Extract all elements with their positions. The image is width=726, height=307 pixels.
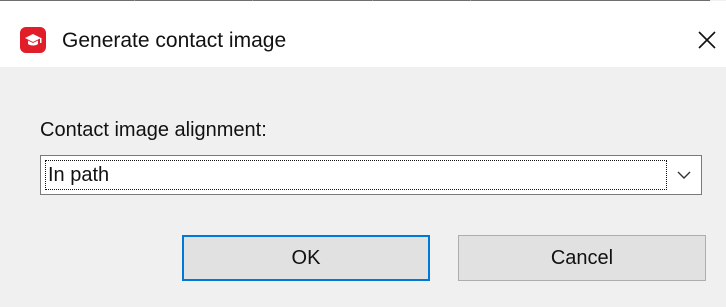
dropdown-arrow-button[interactable] (667, 156, 701, 194)
graduation-cap-icon (20, 27, 46, 53)
alignment-label: Contact image alignment: (40, 119, 267, 141)
chevron-down-icon (677, 171, 691, 179)
close-button[interactable] (688, 21, 726, 59)
ok-button[interactable]: OK (182, 235, 430, 281)
cancel-button[interactable]: Cancel (458, 235, 706, 281)
window-title: Generate contact image (62, 29, 287, 52)
alignment-dropdown[interactable]: In path (40, 155, 702, 195)
title-bar: Generate contact image (0, 1, 726, 67)
dialog-content: Contact image alignment: In path OK Canc… (0, 67, 726, 307)
close-icon (698, 31, 716, 49)
alignment-dropdown-value: In path (45, 160, 667, 190)
generate-contact-image-dialog: Generate contact image Contact image ali… (0, 0, 726, 307)
